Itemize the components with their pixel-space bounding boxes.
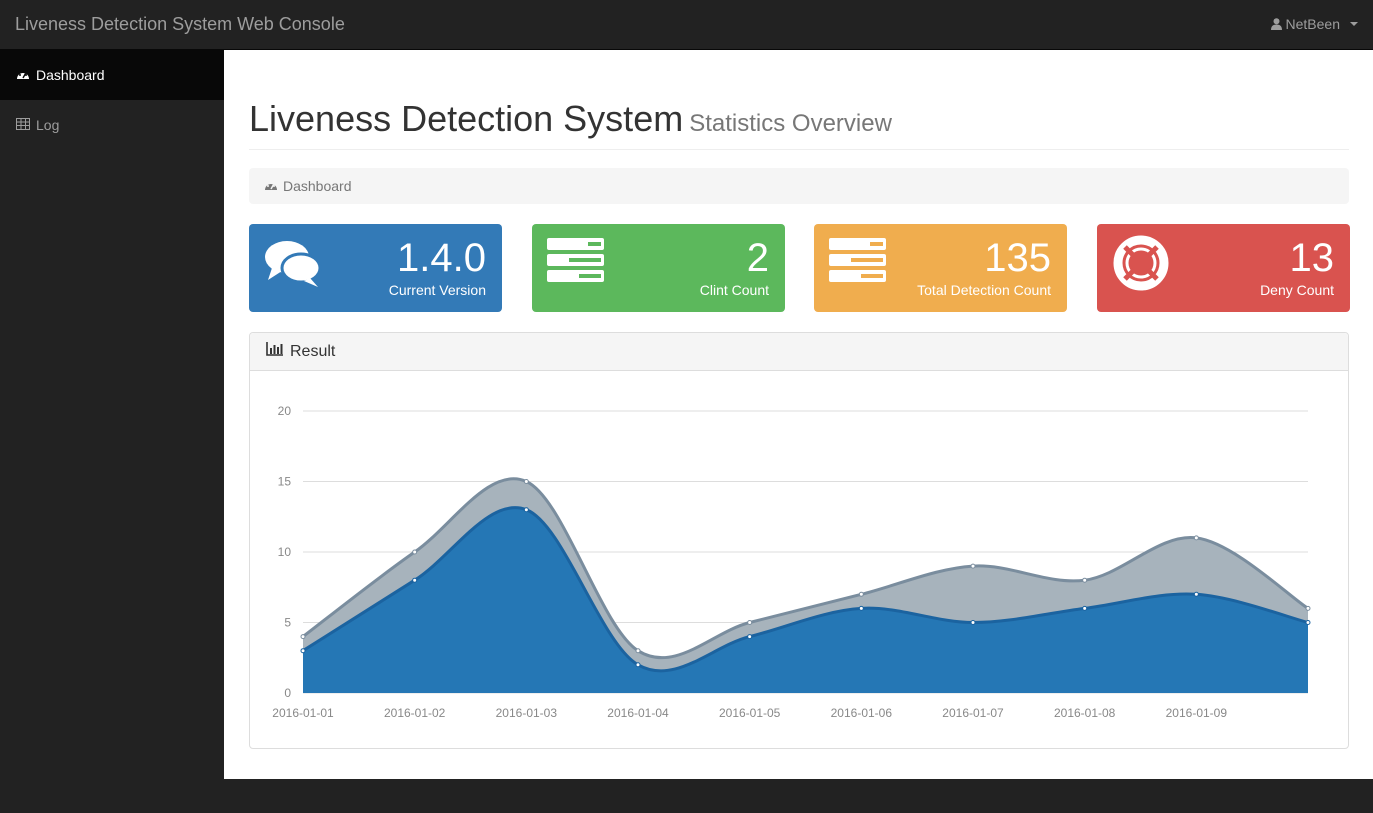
result-panel: Result 0 5 10 15 20 2016-01-01 2016-01-02 2016-… xyxy=(249,332,1349,749)
x-tick-label: 2016-01-01 xyxy=(272,706,334,720)
sidebar-item-label: Log xyxy=(36,117,60,133)
series-2-point xyxy=(747,620,753,625)
sidebar-item-log[interactable]: Log xyxy=(0,100,224,150)
server-icon xyxy=(829,238,887,289)
series-1-point xyxy=(747,634,753,640)
series-1-point xyxy=(635,662,641,668)
page-title: Liveness Detection System xyxy=(249,98,684,139)
series-1-point xyxy=(300,648,306,654)
bar-chart-icon xyxy=(266,342,284,361)
series-2-point xyxy=(412,549,418,555)
sidebar-item-label: Dashboard xyxy=(36,67,105,83)
x-tick-label: 2016-01-05 xyxy=(719,706,781,720)
series-2-point xyxy=(1082,577,1088,583)
series-2-point xyxy=(970,563,976,569)
y-tick-label: 0 xyxy=(284,686,291,700)
breadcrumb-label: Dashboard xyxy=(283,178,352,194)
stat-label: Total Detection Count xyxy=(917,282,1051,298)
stat-card-deny-count[interactable]: 13 Deny Count xyxy=(1097,224,1350,312)
server-icon xyxy=(547,238,605,289)
y-tick-label: 15 xyxy=(278,475,292,489)
app-title[interactable]: Liveness Detection System Web Console xyxy=(15,14,345,34)
stat-label: Clint Count xyxy=(699,282,769,298)
series-1-point xyxy=(412,577,418,583)
x-tick-label: 2016-01-04 xyxy=(607,706,669,720)
series-1-point xyxy=(1305,620,1311,625)
stat-label: Current Version xyxy=(388,282,486,298)
dashboard-icon xyxy=(264,178,278,194)
top-navbar: Liveness Detection System Web Console Ne… xyxy=(0,0,1373,50)
series-2-point xyxy=(1193,535,1199,541)
stat-value: 135 xyxy=(984,236,1051,280)
user-menu[interactable]: NetBeen xyxy=(1270,16,1358,32)
series-1-point xyxy=(523,507,529,513)
stat-card-client-count[interactable]: 2 Clint Count xyxy=(532,224,785,312)
user-icon xyxy=(1270,18,1282,30)
x-tick-label: 2016-01-03 xyxy=(496,706,558,720)
stat-value: 2 xyxy=(746,236,769,280)
series-1-point xyxy=(970,620,976,625)
series-1-point xyxy=(858,605,864,611)
breadcrumb: Dashboard xyxy=(249,168,1349,204)
series-2-point xyxy=(523,479,529,484)
series-2-point xyxy=(858,591,864,597)
stat-value: 13 xyxy=(1289,236,1335,280)
series-1-point xyxy=(1082,605,1088,611)
main-content: Liveness Detection System Statistics Over… xyxy=(224,50,1373,779)
stat-card-version[interactable]: 1.4.0 Current Version xyxy=(249,224,502,312)
page-header: Liveness Detection System Statistics Over… xyxy=(249,98,1349,150)
stat-card-total-detection[interactable]: 135 Total Detection Count xyxy=(814,224,1067,312)
caret-down-icon xyxy=(1350,22,1358,26)
life-ring-icon xyxy=(1112,235,1170,297)
y-tick-label: 5 xyxy=(284,616,291,630)
series-2-point xyxy=(635,648,641,654)
user-name: NetBeen xyxy=(1285,16,1340,32)
y-tick-label: 10 xyxy=(278,545,292,559)
sidebar-item-dashboard[interactable]: Dashboard xyxy=(0,50,224,100)
series-2-point xyxy=(300,634,306,640)
x-tick-label: 2016-01-09 xyxy=(1166,706,1228,720)
x-tick-label: 2016-01-07 xyxy=(942,706,1004,720)
series-1-point xyxy=(1193,591,1199,597)
sidebar: Dashboard Log xyxy=(0,50,224,813)
x-tick-label: 2016-01-08 xyxy=(1054,706,1116,720)
page-subtitle: Statistics Overview xyxy=(689,110,892,137)
x-tick-label: 2016-01-06 xyxy=(831,706,893,720)
comments-icon xyxy=(264,238,322,293)
panel-title: Result xyxy=(290,342,336,360)
stat-label: Deny Count xyxy=(1260,282,1334,298)
result-chart: 0 5 10 15 20 2016-01-01 2016-01-02 2016-01-03 20… xyxy=(250,371,1348,749)
x-tick-label: 2016-01-02 xyxy=(384,706,446,720)
panel-heading: Result xyxy=(250,333,1348,371)
series-2-point xyxy=(1305,605,1311,611)
table-icon xyxy=(16,117,30,133)
y-tick-label: 20 xyxy=(278,404,292,418)
stat-value: 1.4.0 xyxy=(397,236,486,280)
area-chart: 0 5 10 15 20 2016-01-01 2016-01-02 2016-01-03 20… xyxy=(272,404,1311,720)
dashboard-icon xyxy=(16,67,30,83)
